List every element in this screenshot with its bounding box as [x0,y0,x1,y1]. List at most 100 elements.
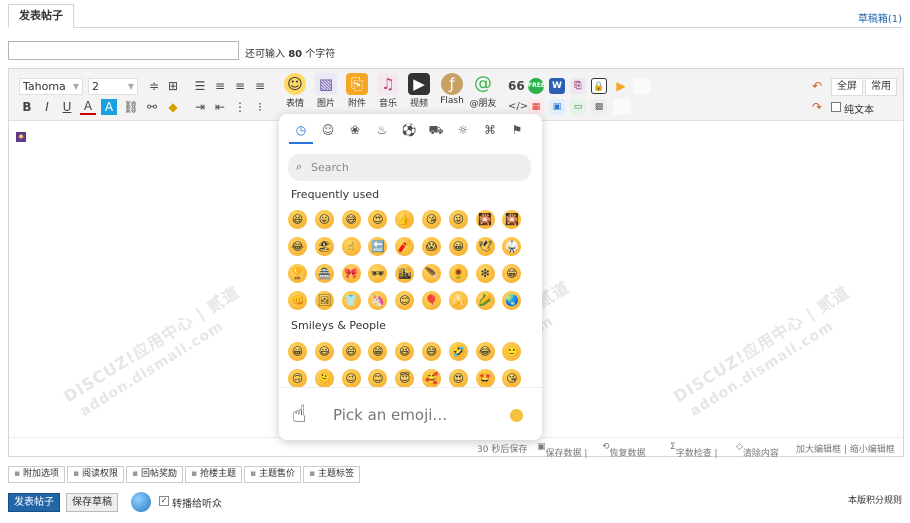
emoji-cell[interactable]: 😇 [395,369,415,388]
code-icon[interactable]: </> [508,99,528,115]
tab-post[interactable]: 发表帖子 [8,4,74,28]
submit-post-button[interactable]: 发表帖子 [8,493,60,512]
free-icon[interactable]: FREE [528,78,545,94]
animals-category-icon[interactable]: ❀ [347,122,363,138]
play-icon[interactable]: ▶ [613,78,629,94]
emoji-cell[interactable]: 😜 [448,210,468,229]
restore-data-button[interactable]: ⟲ 恢复数据 [602,442,646,459]
emoji-cell[interactable]: 🎈 [422,291,441,310]
option-reply-reward[interactable]: ▪ 回帖奖励 [126,466,183,483]
plain-text-checkbox[interactable] [831,102,841,112]
pattern-icon[interactable]: ▩ [591,99,607,115]
italic-icon[interactable]: I [39,99,55,115]
size-select[interactable]: 2 ▼ [88,78,138,95]
emoji-cell[interactable]: 😊 [368,369,388,388]
table-icon[interactable]: ⊞ [165,78,181,94]
mention-button[interactable]: @ @朋友 [468,73,498,109]
emoji-cell[interactable]: 😅 [422,342,441,361]
emoji-cell[interactable]: 🕶 [368,264,388,283]
emoji-cell[interactable]: 👊 [288,291,307,310]
emoji-button[interactable]: ☺ 表情 [280,73,310,109]
font-color-icon[interactable]: A [80,99,96,115]
word-icon[interactable]: W [549,78,565,94]
music-button[interactable]: ♫ 音乐 [373,73,403,109]
indent-icon[interactable]: ⇥ [192,99,208,115]
blank-icon[interactable] [613,99,631,115]
bold-icon[interactable]: B [19,99,35,115]
emoji-cell[interactable]: 😃 [314,342,334,361]
emoji-cell[interactable]: 🕊 [475,237,495,256]
emoji-cell[interactable]: ❇ [475,264,495,283]
save-draft-button[interactable]: 保存草稿 [66,493,118,512]
align-right-icon[interactable]: ≡ [252,78,268,94]
option-thread-tags[interactable]: ▪ 主题标签 [303,466,360,483]
emoji-cell[interactable]: 😂 [475,342,495,361]
emoji-cell[interactable]: 😘 [422,210,441,229]
emoji-cell[interactable]: 🏯 [314,264,334,283]
emoji-cell[interactable]: 😍 [368,210,388,229]
unlink-icon[interactable]: ⚯ [144,99,160,115]
link-icon[interactable]: ⛓ [123,99,139,115]
outdent-icon[interactable]: ⇤ [212,99,228,115]
video-button[interactable]: ▶ 视频 [404,73,434,109]
emoji-search[interactable]: ⌕ Search [288,154,531,181]
emoji-cell[interactable]: 😛 [314,210,334,229]
fullscreen-button[interactable]: 全屏 [831,78,863,96]
window-icon[interactable]: ▭ [570,99,586,115]
align-left-icon[interactable]: ≡ [212,78,228,94]
objects-category-icon[interactable]: ☼ [455,122,471,138]
drafts-link[interactable]: 草稿箱(1) [858,10,902,25]
emoji-cell[interactable]: 😅 [341,210,361,229]
quote-icon[interactable]: 66 [508,78,525,94]
broadcast-checkbox[interactable]: ✓ [159,496,169,506]
emoji-cell[interactable]: 🌻 [448,264,468,283]
font-select[interactable]: Tahoma ▼ [19,78,83,95]
align-center-icon[interactable]: ≡ [232,78,248,94]
emoji-cell[interactable]: 🔚 [368,237,388,256]
emoji-cell[interactable]: 🖼 [314,291,334,310]
forum-points-rules-link[interactable]: 本版积分规则 [848,493,902,506]
option-floor-grab[interactable]: ▪ 抢楼主题 [185,466,242,483]
emoji-cell[interactable]: 🎇 [475,210,495,229]
recent-icon[interactable]: ◷ [293,122,309,138]
image-button[interactable]: ▧ 图片 [311,73,341,109]
symbols-category-icon[interactable]: ⌘ [482,122,498,138]
emoji-cell[interactable]: 😊 [395,291,415,310]
emoji-cell[interactable]: 😄 [341,342,361,361]
resize-editor-links[interactable]: 加大编辑框 | 缩小编辑框 [796,442,895,455]
emoji-cell[interactable]: 😂 [288,237,307,256]
emoji-cell[interactable]: 😀 [448,237,468,256]
flags-category-icon[interactable]: ⚑ [509,122,525,138]
emoji-cell[interactable]: 🏖 [314,237,334,256]
align-justify-icon[interactable]: ☰ [192,78,208,94]
travel-category-icon[interactable]: ⛟ [428,122,444,138]
paste-icon[interactable]: ⎘ [570,78,586,94]
save-data-button[interactable]: ▣ 保存数据 | [537,442,587,459]
lock-icon[interactable]: 🔒 [591,78,607,94]
emoji-cell[interactable]: 🍌 [448,291,468,310]
emoji-cell[interactable]: 🙃 [288,369,307,388]
word-check-button[interactable]: Σ 字数检查 | [670,442,718,459]
unordered-list-icon[interactable]: ⁝ [252,99,268,115]
emoji-cell[interactable]: 👕 [341,291,361,310]
emoji-cell[interactable]: 😁 [368,342,388,361]
emoji-cell[interactable]: 😆 [395,342,415,361]
emoji-cell[interactable]: 🫠 [314,369,334,388]
emoji-cell[interactable]: 🌏 [502,291,522,310]
underline-icon[interactable]: U [59,99,75,115]
emoji-cell[interactable]: 🏙 [395,264,415,283]
option-thread-price[interactable]: ▪ 主题售价 [244,466,301,483]
redo-icon[interactable]: ↷ [809,99,825,115]
option-read-permission[interactable]: ▪ 阅读权限 [67,466,124,483]
ordered-list-icon[interactable]: ⋮ [232,99,248,115]
clear-content-button[interactable]: ◇ 清除内容 [736,442,779,459]
emoji-cell[interactable]: 😉 [341,369,361,388]
option-extra[interactable]: ▪ 附加选项 [8,466,65,483]
emoji-cell[interactable]: 🎇 [502,210,522,229]
emoji-cell[interactable]: 🤣 [448,342,468,361]
activity-category-icon[interactable]: ⚽ [401,122,417,138]
emoji-cell[interactable]: 🥰 [422,369,441,388]
emoji-cell[interactable]: 😍 [448,369,468,388]
food-category-icon[interactable]: ♨ [374,122,390,138]
emoji-cell[interactable]: 🏆 [288,264,307,283]
